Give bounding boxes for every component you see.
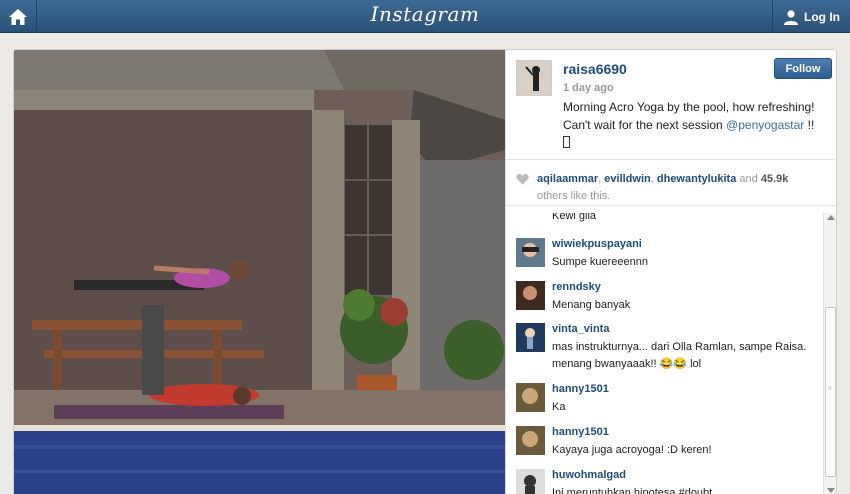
- login-button[interactable]: Log In: [772, 0, 850, 33]
- likes-count[interactable]: 45.9k: [761, 173, 789, 185]
- likes-text: aqilaammar, evilldwin, dhewantylukita an…: [537, 171, 832, 205]
- post-header: raisa6690 1 day ago Morning Acro Yoga by…: [506, 50, 836, 160]
- comment-username[interactable]: hanny1501: [552, 383, 609, 395]
- heart-icon[interactable]: [516, 173, 529, 185]
- emoji-box-icon: [563, 136, 570, 148]
- comment-text: mas instrukturnya... dari Olla Ramlan, s…: [552, 341, 807, 370]
- acro-yoga-photo: [14, 50, 505, 494]
- likes-and: and: [736, 173, 761, 185]
- caption-end: !!: [804, 118, 815, 132]
- scroll-down-icon[interactable]: [827, 488, 835, 493]
- post-sidebar: raisa6690 1 day ago Morning Acro Yoga by…: [505, 50, 836, 494]
- instagram-logo[interactable]: Instagram: [0, 2, 850, 26]
- avatar[interactable]: [516, 383, 545, 412]
- post-caption: Morning Acro Yoga by the pool, how refre…: [563, 98, 833, 152]
- comments-scrollbar[interactable]: ≡: [823, 213, 836, 494]
- scroll-up-icon[interactable]: [827, 215, 835, 220]
- liker-link[interactable]: aqilaammar: [537, 173, 598, 185]
- avatar[interactable]: [516, 426, 545, 455]
- login-label: Log In: [804, 9, 840, 24]
- comment-username[interactable]: vinta_vinta: [552, 323, 609, 335]
- comment-text: Sumpe kuereeennn: [552, 256, 649, 268]
- comment-username[interactable]: huwohmalgad: [552, 469, 626, 481]
- avatar[interactable]: [516, 60, 552, 96]
- comment-text: Ini meruntuhkan hipotesa #doubt: [552, 487, 713, 494]
- comments-list[interactable]: Kewl gila wiwiekpuspayani Sumpe kuereeen…: [506, 213, 824, 494]
- post-time: 1 day ago: [563, 82, 614, 94]
- likes-summary: aqilaammar, evilldwin, dhewantylukita an…: [506, 161, 836, 206]
- comment-username[interactable]: hanny1501: [552, 426, 609, 438]
- comment-text: Ka: [552, 401, 566, 413]
- follow-button[interactable]: Follow: [774, 58, 832, 79]
- avatar[interactable]: [516, 323, 545, 352]
- caption-mention[interactable]: @penyogastar: [726, 118, 804, 132]
- comment-username[interactable]: wiwiekpuspayani: [552, 238, 642, 250]
- scroll-thumb[interactable]: ≡: [825, 307, 836, 477]
- likes-suffix: others like this.: [537, 190, 611, 202]
- user-icon: [784, 9, 798, 25]
- comment-text: Kewl gila: [552, 213, 597, 222]
- avatar[interactable]: [516, 238, 545, 267]
- top-bar: Instagram Log In: [0, 0, 850, 33]
- post-username[interactable]: raisa6690: [563, 61, 627, 77]
- comment-text: Kayaya juga acroyoga! :D keren!: [552, 444, 712, 456]
- comment-text: Menang banyak: [552, 299, 631, 311]
- avatar[interactable]: [516, 469, 545, 494]
- post-card: raisa6690 1 day ago Morning Acro Yoga by…: [13, 49, 837, 494]
- liker-link[interactable]: evilldwin: [604, 173, 650, 185]
- avatar[interactable]: [516, 281, 545, 310]
- comment-username[interactable]: renndsky: [552, 281, 601, 293]
- grip-icon: ≡: [828, 386, 832, 392]
- post-photo[interactable]: [14, 50, 505, 494]
- liker-link[interactable]: dhewantylukita: [657, 173, 736, 185]
